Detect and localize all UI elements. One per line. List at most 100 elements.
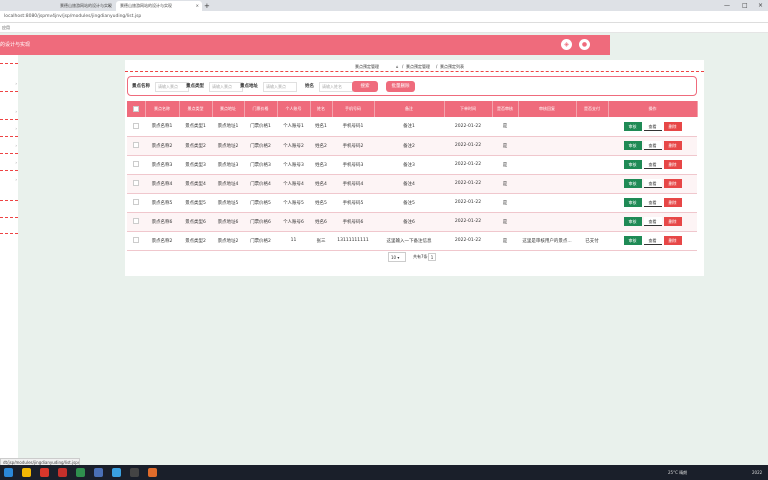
page-number-button[interactable]: 1 (428, 253, 436, 261)
table-cell: 景点类型2 (179, 231, 212, 251)
home-icon[interactable]: ⌂ (396, 63, 399, 71)
table-cell: 个人账号2 (277, 136, 310, 156)
table-cell: 备注5 (374, 193, 444, 213)
column-header: 下单时间 (444, 101, 493, 117)
delete-button[interactable]: 删除 (663, 160, 682, 169)
row-checkbox[interactable] (133, 199, 139, 206)
address-bar[interactable]: localhost:8080/jspmv4jnv/jsp/modules/jin… (0, 11, 768, 23)
table-cell: 门票价格3 (244, 155, 277, 175)
review-button[interactable]: 审核 (623, 179, 642, 188)
bookmark-apps[interactable]: 应用 (2, 24, 10, 32)
column-header: 景点名称 (145, 101, 180, 117)
batch-delete-button[interactable]: 批量删除 (386, 81, 415, 92)
table-cell: 手机号码3 (332, 155, 374, 175)
delete-button[interactable]: 删除 (663, 236, 682, 245)
delete-button[interactable]: 删除 (663, 141, 682, 150)
browser-tab-strip: 景德山旅游网站的设计与实现 × 景德山旅游网站的设计与实现 × + — □ × (0, 0, 768, 11)
window-close-icon[interactable]: × (758, 0, 763, 11)
row-actions: 审核 查看 删除 (608, 117, 697, 137)
row-checkbox[interactable] (133, 142, 139, 149)
windows-start-icon[interactable] (4, 468, 13, 477)
search-button[interactable]: 搜索 (352, 81, 378, 92)
table-cell: 门票价格2 (244, 136, 277, 156)
browser-tab-2[interactable]: 景德山旅游网站的设计与实现 × (116, 1, 202, 11)
sidebar-item-arrow-icon[interactable]: › (15, 81, 17, 86)
user-avatar-icon[interactable]: ● (579, 39, 590, 50)
review-button[interactable]: 审核 (623, 198, 642, 207)
table-cell: 门票价格4 (244, 174, 277, 194)
column-header: 姓名 (310, 101, 333, 117)
app-header: 的设计与实现 ◈ ● (0, 35, 610, 55)
skin-switch-icon[interactable]: ◈ (561, 39, 572, 50)
wps-icon[interactable] (40, 468, 49, 477)
page-size-select[interactable]: 10 ▾ (388, 252, 406, 262)
table-cell: 备注3 (374, 155, 444, 175)
sidebar-item-arrow-icon[interactable]: › (15, 109, 17, 114)
table-cell: 2022-01-22 (444, 231, 492, 251)
app-icon[interactable] (76, 468, 85, 477)
select-all-checkbox[interactable] (132, 106, 139, 112)
sidebar-divider (0, 200, 18, 201)
sidebar-item-arrow-icon[interactable]: › (15, 143, 17, 148)
close-tab-1-icon[interactable]: × (108, 1, 111, 11)
view-button[interactable]: 查看 (643, 179, 662, 188)
view-button[interactable]: 查看 (643, 121, 662, 131)
sidebar-item-arrow-icon[interactable]: › (15, 126, 17, 131)
view-button[interactable]: 查看 (643, 217, 662, 226)
table-cell: 2022-01-22 (444, 136, 492, 156)
browser-tab-1[interactable]: 景德山旅游网站的设计与实现 × (56, 1, 114, 11)
delete-button[interactable]: 删除 (663, 179, 682, 188)
page-size-value: 10 (391, 255, 397, 260)
review-button[interactable]: 审核 (623, 121, 642, 131)
address-input[interactable]: 请输入景点 (263, 82, 297, 92)
row-checkbox[interactable] (133, 161, 139, 168)
name-input[interactable]: 请输入景点 (155, 82, 189, 92)
table-cell: 姓名6 (310, 212, 332, 232)
weather-widget[interactable]: 25°C 晴朗 (668, 468, 687, 477)
delete-button[interactable]: 删除 (663, 198, 682, 207)
row-checkbox[interactable] (133, 237, 139, 244)
new-tab-icon[interactable]: + (204, 1, 210, 11)
row-checkbox[interactable] (133, 123, 139, 129)
breadcrumb-title: 景点预定管理 (355, 64, 379, 69)
table-cell: 手机号码1 (332, 117, 374, 137)
maximize-icon[interactable]: □ (742, 0, 748, 11)
delete-button[interactable]: 删除 (663, 217, 682, 226)
sidebar-item-arrow-icon[interactable]: › (15, 177, 17, 182)
app-icon[interactable] (94, 468, 103, 477)
delete-button[interactable]: 删除 (663, 121, 682, 131)
app-icon[interactable] (148, 468, 157, 477)
table-row: 景点名称5 景点类型5 景点地址5 门票价格5 个人账号5 姓名5 手机号码5 备注5 2022… (127, 193, 697, 213)
breadcrumb-level1[interactable]: 景点预定管理 (406, 63, 430, 71)
view-button[interactable]: 查看 (643, 141, 662, 150)
review-button[interactable]: 审核 (623, 217, 642, 226)
row-checkbox-cell (127, 155, 145, 175)
table-row: 景点名称3 景点类型3 景点地址3 门票价格3 个人账号3 姓名3 手机号码3 备注3 2022… (127, 155, 697, 175)
row-actions: 审核 查看 删除 (608, 136, 697, 156)
view-button[interactable]: 查看 (643, 198, 662, 207)
column-header: 手机号码 (332, 101, 375, 117)
table-cell (518, 117, 576, 137)
row-checkbox[interactable] (133, 218, 139, 225)
view-button[interactable]: 查看 (643, 236, 662, 245)
review-button[interactable]: 审核 (623, 160, 642, 169)
address-url[interactable]: localhost:8080/jspmv4jnv/jsp/modules/jin… (4, 13, 141, 21)
table-cell: 门票价格6 (244, 212, 277, 232)
file-explorer-icon[interactable] (22, 468, 31, 477)
app-icon[interactable] (130, 468, 139, 477)
type-input[interactable]: 请输入景点 (209, 82, 243, 92)
browser-icon[interactable] (112, 468, 121, 477)
sidebar-item-arrow-icon[interactable]: › (15, 160, 17, 165)
table-cell: 姓名4 (310, 174, 332, 194)
review-button[interactable]: 审核 (623, 236, 642, 245)
row-checkbox[interactable] (133, 180, 139, 187)
close-tab-2-icon[interactable]: × (196, 1, 199, 11)
person-input[interactable]: 请输入姓名 (319, 82, 353, 92)
clock[interactable]: 2022 (752, 468, 762, 477)
table-cell: 张三 (310, 231, 332, 251)
table-cell: 个人账号3 (277, 155, 310, 175)
review-button[interactable]: 审核 (623, 141, 642, 150)
app-icon[interactable] (58, 468, 67, 477)
minimize-icon[interactable]: — (724, 0, 730, 11)
view-button[interactable]: 查看 (643, 160, 662, 169)
